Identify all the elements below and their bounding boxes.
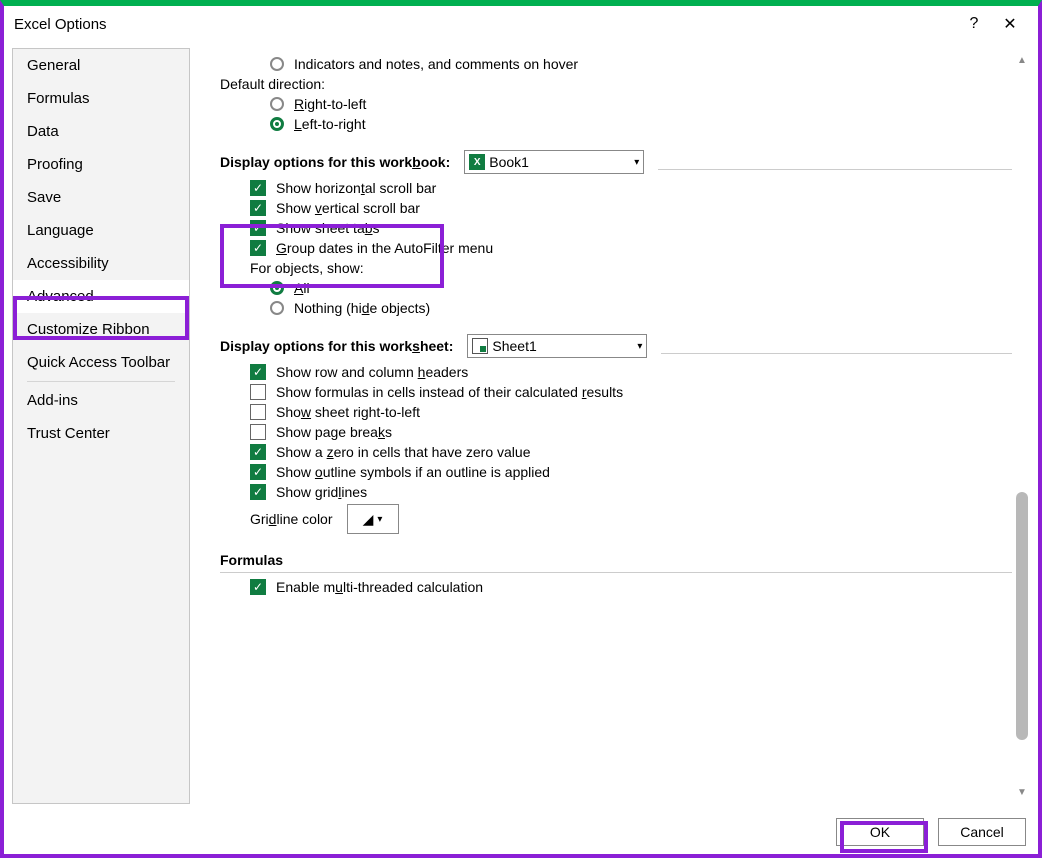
radio-label: All <box>294 280 310 296</box>
checkbox-group-dates[interactable]: Group dates in the AutoFilter menu <box>250 240 1012 256</box>
radio-label: Left-to-right <box>294 116 366 132</box>
radio-objects-all[interactable]: All <box>270 280 1012 296</box>
checkbox-label: Show page breaks <box>276 424 392 440</box>
objects-show-label: For objects, show: <box>250 260 1012 276</box>
sidebar-item-data[interactable]: Data <box>13 115 189 148</box>
checkbox-outline-symbols[interactable]: Show outline symbols if an outline is ap… <box>250 464 1012 480</box>
help-icon[interactable]: ? <box>956 10 992 38</box>
checkbox-icon <box>250 384 266 400</box>
checkbox-label: Show sheet right-to-left <box>276 404 420 420</box>
checkbox-row-col-headers[interactable]: Show row and column headers <box>250 364 1012 380</box>
checkbox-sheet-rtl[interactable]: Show sheet right-to-left <box>250 404 1012 420</box>
radio-right-to-left[interactable]: Right-to-left <box>270 96 1012 112</box>
checkbox-label: Show a zero in cells that have zero valu… <box>276 444 530 460</box>
checkbox-show-zero[interactable]: Show a zero in cells that have zero valu… <box>250 444 1012 460</box>
checkbox-multithread[interactable]: Enable multi-threaded calculation <box>250 579 1012 595</box>
checkbox-icon <box>250 464 266 480</box>
checkbox-label: Show row and column headers <box>276 364 468 380</box>
checkbox-label: Show vertical scroll bar <box>276 200 420 216</box>
scroll-down-icon[interactable]: ▼ <box>1014 784 1030 800</box>
radio-label: Nothing (hide objects) <box>294 300 430 316</box>
sidebar-item-general[interactable]: General <box>13 49 189 82</box>
checkbox-page-breaks[interactable]: Show page breaks <box>250 424 1012 440</box>
checkbox-vertical-scroll[interactable]: Show vertical scroll bar <box>250 200 1012 216</box>
worksheet-select[interactable]: Sheet1 ▾ <box>467 334 647 358</box>
gridline-color-button[interactable]: ◢ ▾ <box>347 504 399 534</box>
sidebar-item-formulas[interactable]: Formulas <box>13 82 189 115</box>
section-formulas: Formulas <box>220 552 1012 573</box>
section-workbook-display: Display options for this workbook: X Boo… <box>220 150 1012 174</box>
sidebar-item-language[interactable]: Language <box>13 214 189 247</box>
sidebar-item-customize-ribbon[interactable]: Customize Ribbon <box>13 313 189 346</box>
gridline-color-row: Gridline color ◢ ▾ <box>250 504 1012 534</box>
sheet-icon <box>472 338 488 354</box>
titlebar: Excel Options ? ✕ <box>4 6 1038 42</box>
vertical-scrollbar[interactable]: ▲ ▼ <box>1014 52 1030 800</box>
close-icon[interactable]: ✕ <box>992 10 1028 38</box>
radio-label: Right-to-left <box>294 96 366 112</box>
sidebar-separator <box>27 381 175 382</box>
radio-icon <box>270 301 284 315</box>
radio-icon <box>270 281 284 295</box>
radio-objects-nothing[interactable]: Nothing (hide objects) <box>270 300 1012 316</box>
scroll-up-icon[interactable]: ▲ <box>1014 52 1030 68</box>
checkbox-icon <box>250 220 266 236</box>
checkbox-icon <box>250 579 266 595</box>
dialog-footer: OK Cancel <box>16 818 1026 846</box>
select-value: Sheet1 <box>492 338 536 354</box>
select-value: Book1 <box>489 154 529 170</box>
radio-indicators-hover[interactable]: Indicators and notes, and comments on ho… <box>270 56 1012 72</box>
content-pane: Indicators and notes, and comments on ho… <box>190 42 1032 810</box>
excel-icon: X <box>469 154 485 170</box>
checkbox-label: Show sheet tabs <box>276 220 380 236</box>
checkbox-sheet-tabs[interactable]: Show sheet tabs <box>250 220 1012 236</box>
checkbox-label: Group dates in the AutoFilter menu <box>276 240 493 256</box>
sidebar-item-quick-access[interactable]: Quick Access Toolbar <box>13 346 189 379</box>
radio-label: Indicators and notes, and comments on ho… <box>294 56 578 72</box>
checkbox-icon <box>250 200 266 216</box>
scroll-thumb[interactable] <box>1016 492 1028 740</box>
sidebar-item-accessibility[interactable]: Accessibility <box>13 247 189 280</box>
checkbox-icon <box>250 240 266 256</box>
sidebar-item-save[interactable]: Save <box>13 181 189 214</box>
gridline-color-label: Gridline color <box>250 511 333 527</box>
default-direction-label: Default direction: <box>220 76 1012 92</box>
sidebar-item-proofing[interactable]: Proofing <box>13 148 189 181</box>
sidebar-item-addins[interactable]: Add-ins <box>13 384 189 417</box>
chevron-down-icon: ▾ <box>377 514 382 525</box>
checkbox-icon <box>250 364 266 380</box>
radio-icon <box>270 97 284 111</box>
checkbox-icon <box>250 424 266 440</box>
checkbox-label: Show horizontal scroll bar <box>276 180 436 196</box>
checkbox-horizontal-scroll[interactable]: Show horizontal scroll bar <box>250 180 1012 196</box>
checkbox-label: Show outline symbols if an outline is ap… <box>276 464 550 480</box>
checkbox-label: Enable multi-threaded calculation <box>276 579 483 595</box>
workbook-select[interactable]: X Book1 ▾ <box>464 150 644 174</box>
cancel-button[interactable]: Cancel <box>938 818 1026 846</box>
section-rule <box>658 169 1012 170</box>
checkbox-icon <box>250 444 266 460</box>
radio-left-to-right[interactable]: Left-to-right <box>270 116 1012 132</box>
section-label: Display options for this workbook: <box>220 154 450 170</box>
ok-button[interactable]: OK <box>836 818 924 846</box>
chevron-down-icon: ▾ <box>637 341 642 352</box>
checkbox-icon <box>250 484 266 500</box>
checkbox-label: Show formulas in cells instead of their … <box>276 384 623 400</box>
checkbox-label: Show gridlines <box>276 484 367 500</box>
checkbox-show-gridlines[interactable]: Show gridlines <box>250 484 1012 500</box>
paint-bucket-icon: ◢ <box>363 511 374 528</box>
radio-icon <box>270 57 284 71</box>
sidebar-item-advanced[interactable]: Advanced <box>13 280 189 313</box>
section-label: Display options for this worksheet: <box>220 338 453 354</box>
chevron-down-icon: ▾ <box>634 157 639 168</box>
checkbox-icon <box>250 180 266 196</box>
checkbox-icon <box>250 404 266 420</box>
section-rule <box>661 353 1012 354</box>
sidebar: General Formulas Data Proofing Save Lang… <box>12 48 190 804</box>
window-title: Excel Options <box>14 16 956 33</box>
sidebar-item-trust-center[interactable]: Trust Center <box>13 417 189 450</box>
radio-icon <box>270 117 284 131</box>
checkbox-show-formulas[interactable]: Show formulas in cells instead of their … <box>250 384 1012 400</box>
section-worksheet-display: Display options for this worksheet: Shee… <box>220 334 1012 358</box>
